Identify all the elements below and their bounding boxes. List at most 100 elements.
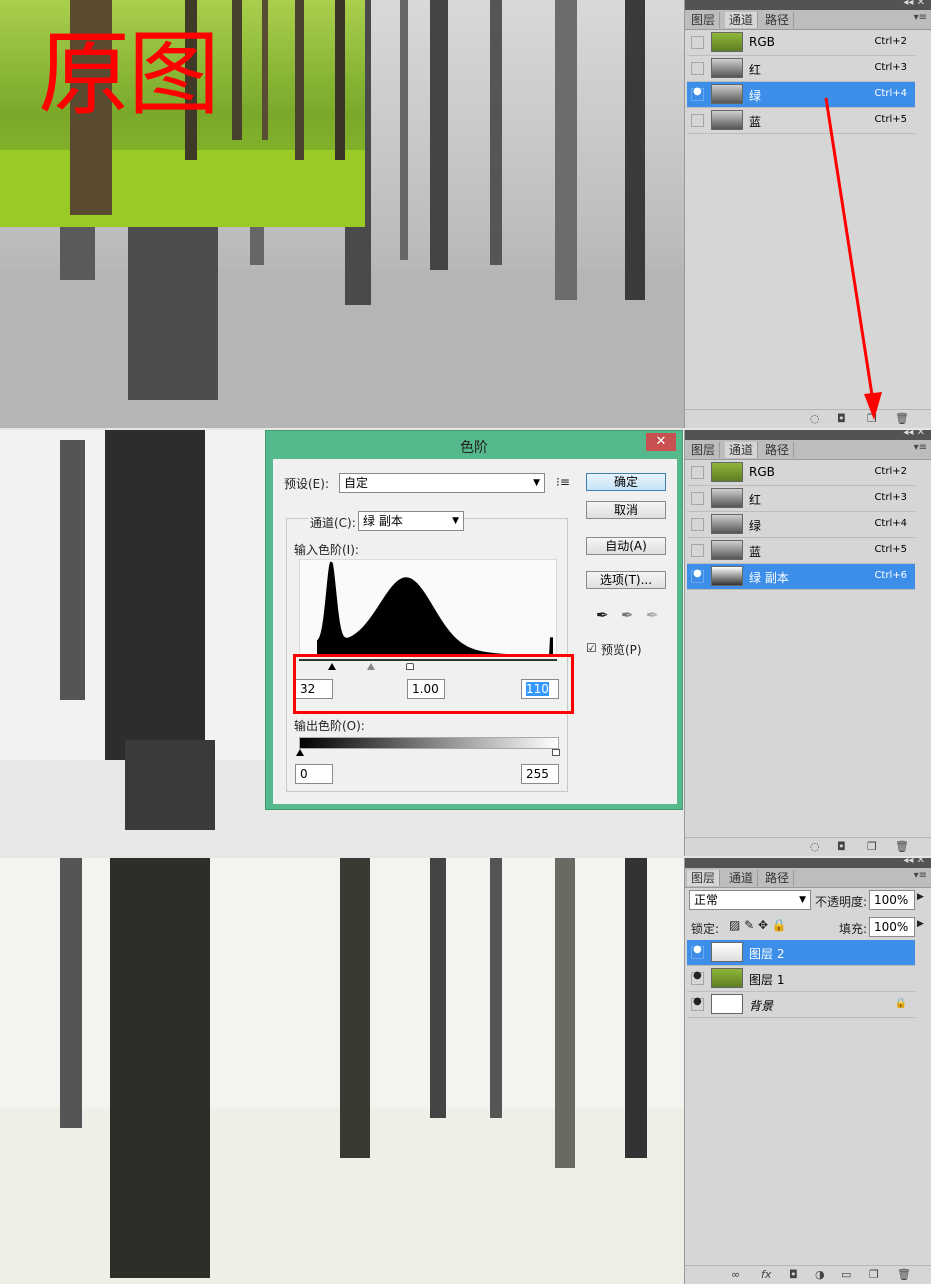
channel-row[interactable]: RGB Ctrl+2 bbox=[687, 30, 915, 56]
panel-menu-icon[interactable]: ▾≡ bbox=[914, 12, 927, 23]
levels-dialog: 色阶 ✕ 预设(E): 自定 ▼ ⁝≡ 通道(C): 绿 副本 ▼ 输入色阶(I… bbox=[265, 430, 683, 810]
layer-row[interactable]: 图层 2 bbox=[687, 940, 915, 966]
preset-value: 自定 bbox=[344, 476, 369, 490]
channel-thumbnail bbox=[711, 110, 743, 130]
channel-row[interactable]: 红 Ctrl+3 bbox=[687, 486, 915, 512]
panel-menu-icon[interactable]: ▾≡ bbox=[914, 870, 927, 881]
close-button[interactable]: ✕ bbox=[646, 433, 676, 451]
lock-icons[interactable]: ▨ ✎ ✥ 🔒 bbox=[729, 918, 787, 932]
new-channel-icon[interactable]: ❐ bbox=[867, 840, 877, 853]
output-black-field[interactable]: 0 bbox=[295, 764, 333, 784]
adjustment-icon[interactable]: ◑ bbox=[815, 1268, 825, 1281]
tab-layers[interactable]: 图层 bbox=[687, 12, 721, 28]
highlight-box bbox=[293, 654, 574, 714]
channel-thumbnail bbox=[711, 32, 743, 52]
tab-channels[interactable]: 通道 bbox=[725, 442, 759, 458]
output-white-field[interactable]: 255 bbox=[521, 764, 559, 784]
tab-layers[interactable]: 图层 bbox=[687, 870, 721, 886]
output-levels-label: 输出色阶(O): bbox=[294, 719, 365, 733]
opacity-value: 100% bbox=[874, 893, 909, 907]
channel-label: 通道(C): bbox=[308, 514, 358, 531]
eye-icon[interactable] bbox=[691, 492, 704, 505]
opacity-field[interactable]: 100% bbox=[869, 890, 915, 910]
eye-icon[interactable] bbox=[691, 466, 704, 479]
blend-mode-value: 正常 bbox=[694, 893, 719, 907]
tab-paths[interactable]: 路径 bbox=[761, 870, 795, 886]
channel-label: 红 bbox=[749, 493, 762, 507]
dialog-body: 预设(E): 自定 ▼ ⁝≡ 通道(C): 绿 副本 ▼ 输入色阶(I): 32… bbox=[273, 459, 677, 804]
collapse-icon[interactable]: ◂◂ ✕ bbox=[903, 855, 925, 866]
preview-checkbox[interactable]: ☑ bbox=[586, 641, 597, 655]
layer-label: 背景 bbox=[749, 999, 774, 1013]
channel-thumbnail bbox=[711, 84, 743, 104]
load-selection-icon[interactable]: ◌ bbox=[810, 840, 820, 853]
fill-field[interactable]: 100% bbox=[869, 917, 915, 937]
preset-label: 预设(E): bbox=[284, 477, 329, 491]
channel-shortcut: Ctrl+2 bbox=[874, 36, 907, 47]
input-levels-label: 输入色阶(I): bbox=[294, 543, 359, 557]
eye-icon[interactable] bbox=[691, 86, 704, 101]
channel-row[interactable]: RGB Ctrl+2 bbox=[687, 460, 915, 486]
channel-thumbnail bbox=[711, 58, 743, 78]
panel-footer: ◌ ◘ ❐ 🗑 bbox=[685, 837, 931, 856]
blend-mode-select[interactable]: 正常 ▼ bbox=[689, 890, 811, 910]
group-icon[interactable]: ▭ bbox=[841, 1268, 851, 1281]
histogram bbox=[299, 559, 557, 657]
tab-channels[interactable]: 通道 bbox=[725, 12, 759, 28]
eye-icon[interactable] bbox=[691, 970, 704, 985]
eye-icon[interactable] bbox=[691, 36, 704, 49]
save-selection-icon[interactable]: ◘ bbox=[837, 840, 846, 853]
chevron-down-icon: ▼ bbox=[533, 478, 540, 488]
channel-shortcut: Ctrl+3 bbox=[874, 492, 907, 503]
mask-icon[interactable]: ◘ bbox=[789, 1268, 798, 1281]
white-eyedropper-icon[interactable]: ✒ bbox=[646, 606, 659, 624]
delete-channel-icon[interactable]: 🗑 bbox=[895, 840, 909, 853]
channel-select[interactable]: 绿 副本 ▼ bbox=[358, 511, 464, 531]
tab-paths[interactable]: 路径 bbox=[761, 12, 795, 28]
tab-paths[interactable]: 路径 bbox=[761, 442, 795, 458]
eye-icon[interactable] bbox=[691, 544, 704, 557]
eye-icon[interactable] bbox=[691, 518, 704, 531]
channel-thumbnail bbox=[711, 566, 743, 586]
output-black-slider[interactable] bbox=[296, 749, 304, 756]
tab-channels[interactable]: 通道 bbox=[725, 870, 759, 886]
preset-menu-icon[interactable]: ⁝≡ bbox=[556, 475, 570, 489]
delete-channel-icon[interactable]: 🗑 bbox=[895, 412, 909, 425]
panel-footer: ◌ ◘ ❐ 🗑 bbox=[685, 409, 931, 428]
eye-icon[interactable] bbox=[691, 62, 704, 75]
auto-button[interactable]: 自动(A) bbox=[586, 537, 666, 555]
preset-select[interactable]: 自定 ▼ bbox=[339, 473, 545, 493]
collapse-icon[interactable]: ◂◂ ✕ bbox=[903, 0, 925, 8]
channel-thumbnail bbox=[711, 514, 743, 534]
eye-icon[interactable] bbox=[691, 996, 704, 1011]
new-layer-icon[interactable]: ❐ bbox=[869, 1268, 879, 1281]
dialog-title: 色阶 bbox=[460, 440, 488, 456]
channel-row[interactable]: 红 Ctrl+3 bbox=[687, 56, 915, 82]
options-button[interactable]: 选项(T)... bbox=[586, 571, 666, 589]
delete-layer-icon[interactable]: 🗑 bbox=[897, 1268, 911, 1281]
channel-row[interactable]: 蓝 Ctrl+5 bbox=[687, 538, 915, 564]
eye-icon[interactable] bbox=[691, 944, 704, 959]
fx-icon[interactable]: fx bbox=[761, 1268, 771, 1281]
chevron-down-icon: ▼ bbox=[799, 895, 806, 905]
channel-value: 绿 副本 bbox=[363, 514, 403, 528]
layer-row[interactable]: 图层 1 bbox=[687, 966, 915, 992]
collapse-icon[interactable]: ◂◂ ✕ bbox=[903, 427, 925, 438]
layer-label: 图层 1 bbox=[749, 973, 785, 987]
channel-row[interactable]: 绿 Ctrl+4 bbox=[687, 512, 915, 538]
channel-row[interactable]: 绿 副本 Ctrl+6 bbox=[687, 564, 915, 590]
link-layers-icon[interactable]: ∞ bbox=[731, 1268, 740, 1281]
tab-layers[interactable]: 图层 bbox=[687, 442, 721, 458]
panel-menu-icon[interactable]: ▾≡ bbox=[914, 442, 927, 453]
black-eyedropper-icon[interactable]: ✒ bbox=[596, 606, 609, 624]
eye-icon[interactable] bbox=[691, 114, 704, 127]
cancel-button[interactable]: 取消 bbox=[586, 501, 666, 519]
layer-thumbnail bbox=[711, 942, 743, 962]
layer-row[interactable]: 背景 🔒 bbox=[687, 992, 915, 1018]
fill-arrow-icon[interactable]: ▶ bbox=[917, 919, 924, 929]
opacity-arrow-icon[interactable]: ▶ bbox=[917, 892, 924, 902]
eye-icon[interactable] bbox=[691, 568, 704, 583]
ok-button[interactable]: 确定 bbox=[586, 473, 666, 491]
gray-eyedropper-icon[interactable]: ✒ bbox=[621, 606, 634, 624]
output-white-slider[interactable] bbox=[552, 749, 560, 756]
